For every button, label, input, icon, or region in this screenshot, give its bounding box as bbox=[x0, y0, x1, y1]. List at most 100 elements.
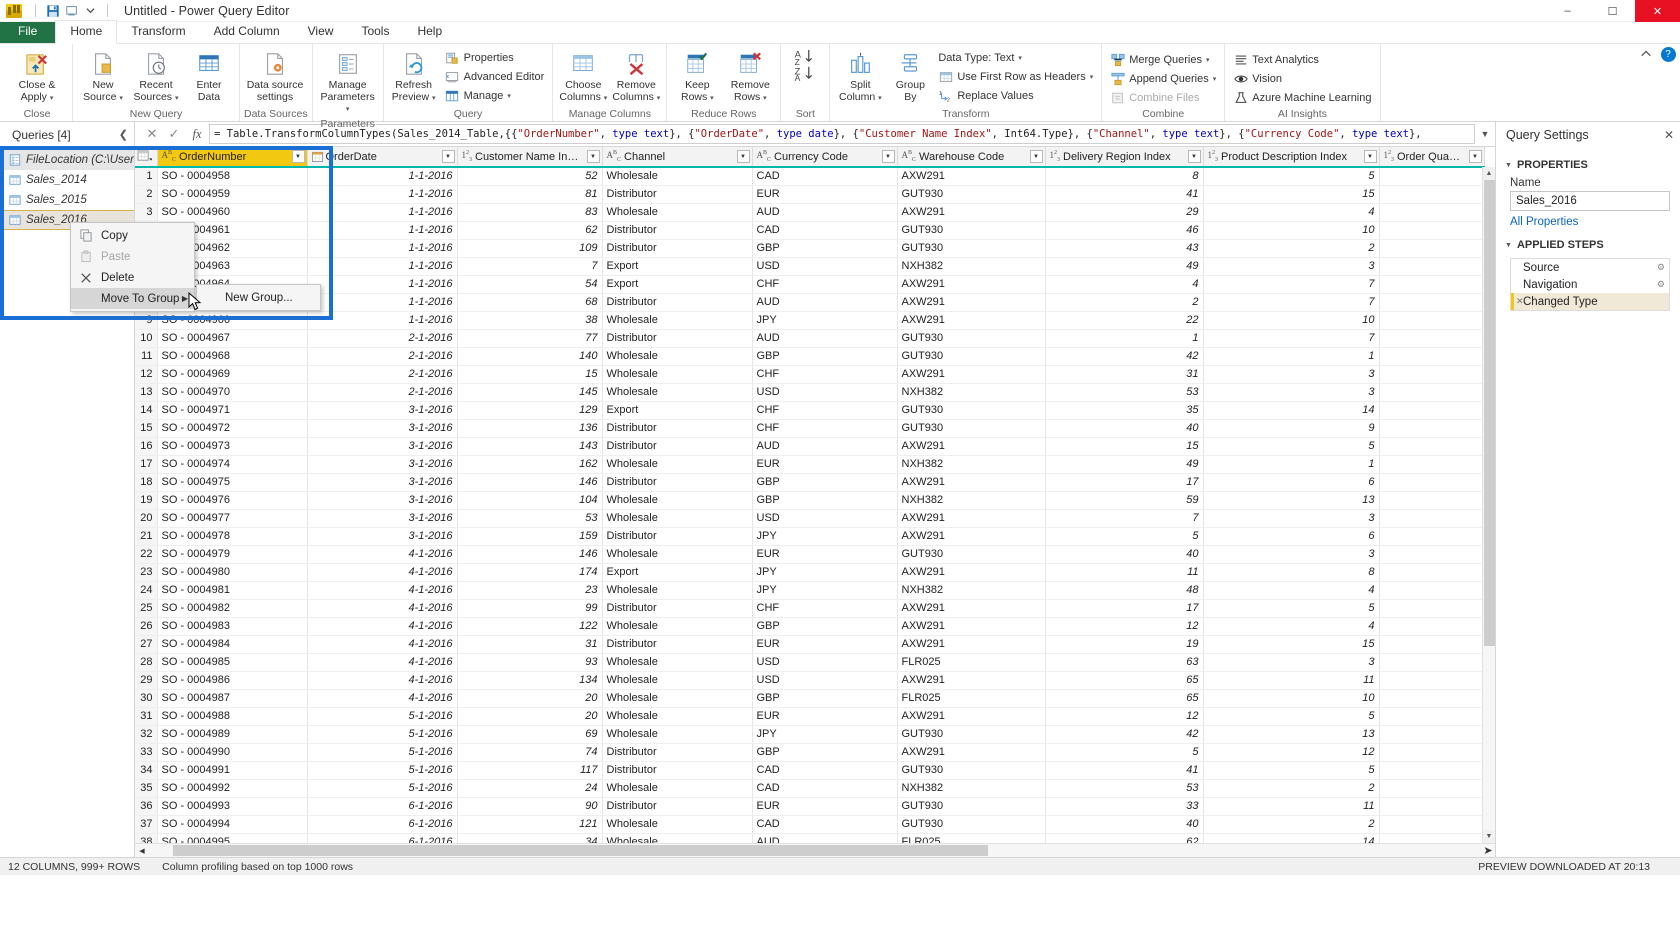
table-cell[interactable]: AUD bbox=[752, 833, 898, 843]
advanced-editor-button[interactable]: Advanced Editor bbox=[441, 68, 549, 86]
table-row[interactable]: 37 SO - 0004994 6-1-2016 121 Wholesale CAD GUT… bbox=[135, 815, 1485, 834]
table-cell[interactable]: Wholesale bbox=[602, 653, 753, 672]
table-cell[interactable]: 1-1-2016 bbox=[307, 203, 458, 222]
table-cell[interactable]: 5 bbox=[1203, 167, 1380, 186]
table-row[interactable]: 24 SO - 0004981 4-1-2016 23 Wholesale JPY NXH3… bbox=[135, 581, 1485, 600]
table-cell[interactable]: 4-1-2016 bbox=[307, 563, 458, 582]
table-cell[interactable]: SO - 0004970 bbox=[157, 383, 308, 402]
table-cell[interactable]: SO - 0004979 bbox=[157, 545, 308, 564]
table-cell[interactable]: 31 bbox=[1045, 365, 1204, 384]
table-cell[interactable]: 40 bbox=[1045, 545, 1204, 564]
table-row[interactable]: 31 SO - 0004988 5-1-2016 20 Wholesale EUR AXW2… bbox=[135, 707, 1485, 726]
table-cell[interactable]: 12 bbox=[1045, 707, 1204, 726]
table-cell[interactable] bbox=[1379, 527, 1485, 546]
table-cell[interactable] bbox=[1379, 239, 1485, 258]
manage-button[interactable]: Manage ▾ bbox=[441, 87, 549, 105]
table-cell[interactable]: 1 bbox=[1203, 455, 1380, 474]
data-source-settings-button[interactable]: Data source settings bbox=[244, 47, 306, 105]
table-cell[interactable]: 3-1-2016 bbox=[307, 527, 458, 546]
recent-sources-button[interactable]: Recent Sources ▾ bbox=[130, 47, 182, 105]
table-cell[interactable]: CAD bbox=[752, 779, 898, 798]
table-cell[interactable]: 1 bbox=[1203, 347, 1380, 366]
table-cell[interactable]: 1 bbox=[1045, 329, 1204, 348]
table-cell[interactable]: SO - 0004975 bbox=[157, 473, 308, 492]
table-cell[interactable]: 40 bbox=[1045, 815, 1204, 834]
table-cell[interactable]: Distributor bbox=[602, 797, 753, 816]
table-row[interactable]: 1 SO - 0004958 1-1-2016 52 Wholesale CAD AXW29… bbox=[135, 167, 1485, 186]
table-cell[interactable]: GUT930 bbox=[897, 401, 1046, 420]
table-cell[interactable]: 2-1-2016 bbox=[307, 383, 458, 402]
table-cell[interactable]: Wholesale bbox=[602, 617, 753, 636]
table-cell[interactable]: 15 bbox=[457, 365, 603, 384]
table-cell[interactable]: 41 bbox=[1045, 761, 1204, 780]
refresh-preview-button[interactable]: Refresh Preview ▾ bbox=[388, 47, 440, 105]
table-cell[interactable]: 5 bbox=[1045, 743, 1204, 762]
close-and-apply-button[interactable]: Close & Apply ▾ bbox=[6, 47, 68, 105]
table-cell[interactable]: 46 bbox=[1045, 221, 1204, 240]
table-cell[interactable]: GUT930 bbox=[897, 797, 1046, 816]
table-row[interactable]: 7SO - 00049641-1-201654ExportCHFAXW29147 bbox=[135, 275, 1485, 294]
table-cell[interactable]: Wholesale bbox=[602, 491, 753, 510]
table-cell[interactable]: 4-1-2016 bbox=[307, 671, 458, 690]
table-cell[interactable]: 4-1-2016 bbox=[307, 689, 458, 708]
table-cell[interactable]: 5-1-2016 bbox=[307, 707, 458, 726]
horizontal-scroll-thumb[interactable] bbox=[173, 845, 988, 856]
table-cell[interactable]: NXH382 bbox=[897, 455, 1046, 474]
table-cell[interactable] bbox=[1379, 671, 1485, 690]
table-cell[interactable]: 12 bbox=[1203, 743, 1380, 762]
table-cell[interactable]: Distributor bbox=[602, 437, 753, 456]
table-cell[interactable]: Wholesale bbox=[602, 689, 753, 708]
sort-buttons[interactable]: AZZA bbox=[785, 47, 825, 81]
horizontal-scrollbar[interactable]: ◀ ➤ bbox=[135, 843, 1495, 857]
table-cell[interactable] bbox=[1379, 401, 1485, 420]
table-cell[interactable]: 15 bbox=[1203, 635, 1380, 654]
table-cell[interactable]: 20 bbox=[457, 689, 603, 708]
table-cell[interactable]: 3 bbox=[1203, 383, 1380, 402]
table-cell[interactable] bbox=[1379, 743, 1485, 762]
tab-transform[interactable]: Transform bbox=[117, 21, 199, 43]
group-by-button[interactable]: Group By bbox=[887, 47, 933, 105]
table-cell[interactable]: AUD bbox=[752, 203, 898, 222]
table-cell[interactable]: 17 bbox=[1045, 473, 1204, 492]
table-cell[interactable]: 10 bbox=[1203, 311, 1380, 330]
table-cell[interactable]: 69 bbox=[457, 725, 603, 744]
table-cell[interactable] bbox=[1379, 365, 1485, 384]
cancel-x-icon[interactable]: ✕ bbox=[141, 123, 163, 145]
table-cell[interactable]: AUD bbox=[752, 437, 898, 456]
table-cell[interactable]: 2-1-2016 bbox=[307, 347, 458, 366]
table-cell[interactable]: 1-1-2016 bbox=[307, 239, 458, 258]
table-cell[interactable]: NXH382 bbox=[897, 491, 1046, 510]
table-cell[interactable]: Distributor bbox=[602, 635, 753, 654]
table-cell[interactable]: 20 bbox=[457, 707, 603, 726]
table-cell[interactable]: 34 bbox=[457, 833, 603, 843]
table-cell[interactable]: 15 bbox=[1045, 437, 1204, 456]
table-cell[interactable]: AXW291 bbox=[897, 365, 1046, 384]
table-row[interactable]: 17 SO - 0004974 3-1-2016 162 Wholesale EUR NXH… bbox=[135, 455, 1485, 474]
table-cell[interactable]: JPY bbox=[752, 527, 898, 546]
table-cell[interactable]: 41 bbox=[1045, 185, 1204, 204]
table-row[interactable]: 3 SO - 0004960 1-1-2016 83 Wholesale AUD AXW29… bbox=[135, 203, 1485, 222]
table-cell[interactable]: 19 bbox=[1045, 635, 1204, 654]
tab-help[interactable]: Help bbox=[403, 21, 456, 43]
table-cell[interactable]: 40 bbox=[1045, 419, 1204, 438]
table-cell[interactable]: 42 bbox=[1045, 725, 1204, 744]
table-row[interactable]: 21 SO - 0004978 3-1-2016 159 Distributor JPY A… bbox=[135, 527, 1485, 546]
column-header-customer-name-index[interactable]: 123 Customer Name Index ▼ bbox=[457, 147, 603, 168]
append-queries-button[interactable]: Append Queries ▾ bbox=[1106, 70, 1220, 88]
table-cell[interactable]: SO - 0004983 bbox=[157, 617, 308, 636]
table-cell[interactable]: 11 bbox=[1045, 563, 1204, 582]
step-settings-gear-icon[interactable]: ⚙ bbox=[1657, 279, 1665, 290]
table-cell[interactable]: 77 bbox=[457, 329, 603, 348]
table-cell[interactable]: 62 bbox=[457, 221, 603, 240]
table-cell[interactable]: 43 bbox=[1045, 239, 1204, 258]
table-cell[interactable] bbox=[1379, 257, 1485, 276]
table-cell[interactable]: Wholesale bbox=[602, 203, 753, 222]
table-cell[interactable]: 4 bbox=[1203, 617, 1380, 636]
table-cell[interactable]: 17 bbox=[1045, 599, 1204, 618]
table-cell[interactable]: AXW291 bbox=[897, 527, 1046, 546]
remove-rows-button[interactable]: Remove Rows ▾ bbox=[724, 47, 776, 105]
table-row[interactable]: 38 SO - 0004995 6-1-2016 34 Wholesale AUD FLR0… bbox=[135, 833, 1485, 843]
column-header-delivery-region-index[interactable]: 123 Delivery Region Index ▼ bbox=[1045, 147, 1204, 168]
table-cell[interactable]: 93 bbox=[457, 653, 603, 672]
table-cell[interactable]: AXW291 bbox=[897, 473, 1046, 492]
